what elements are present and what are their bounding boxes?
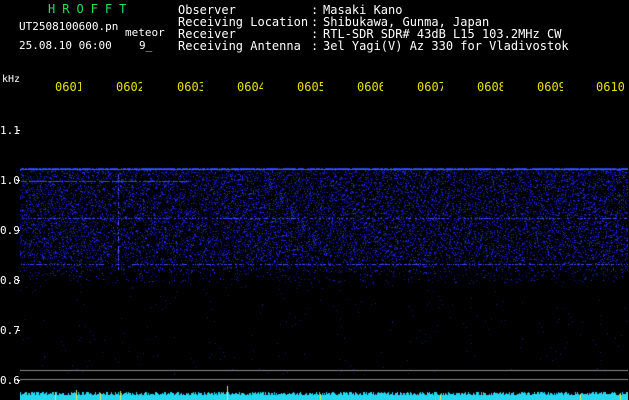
time-label: 0604 <box>237 80 263 94</box>
time-label: 0609 <box>537 80 563 94</box>
time-label: 0606 <box>357 80 383 94</box>
meteor-tag: meteor <box>125 26 165 39</box>
time-label: 0605 <box>297 80 323 94</box>
datetime-label: 25.08.10 06:00 <box>19 39 112 52</box>
time-label: 0610 <box>596 80 625 94</box>
program-title: HROFFT <box>48 2 134 16</box>
count-label: 9_ <box>139 39 153 52</box>
station-info: Observer: Masaki Kano Receiving Location:… <box>178 4 569 52</box>
filename-label: UT2508100600.pn <box>19 20 119 33</box>
time-label: 0601 <box>55 80 81 94</box>
time-label: 0607 <box>417 80 443 94</box>
info-value: 3el Yagi(V) Az 330 for Vladivostok <box>323 39 569 53</box>
info-key: Receiving Antenna <box>178 39 301 53</box>
time-label: 0603 <box>177 80 203 94</box>
frequency-unit-label: kHz <box>2 74 21 85</box>
info-row-antenna: Receiving Antenna:3el Yagi(V) Az 330 for… <box>178 40 569 52</box>
info-colon: : <box>311 39 319 53</box>
time-label: 0608 <box>477 80 503 94</box>
time-label: 0602 <box>116 80 142 94</box>
spectrogram-plot <box>20 94 628 400</box>
